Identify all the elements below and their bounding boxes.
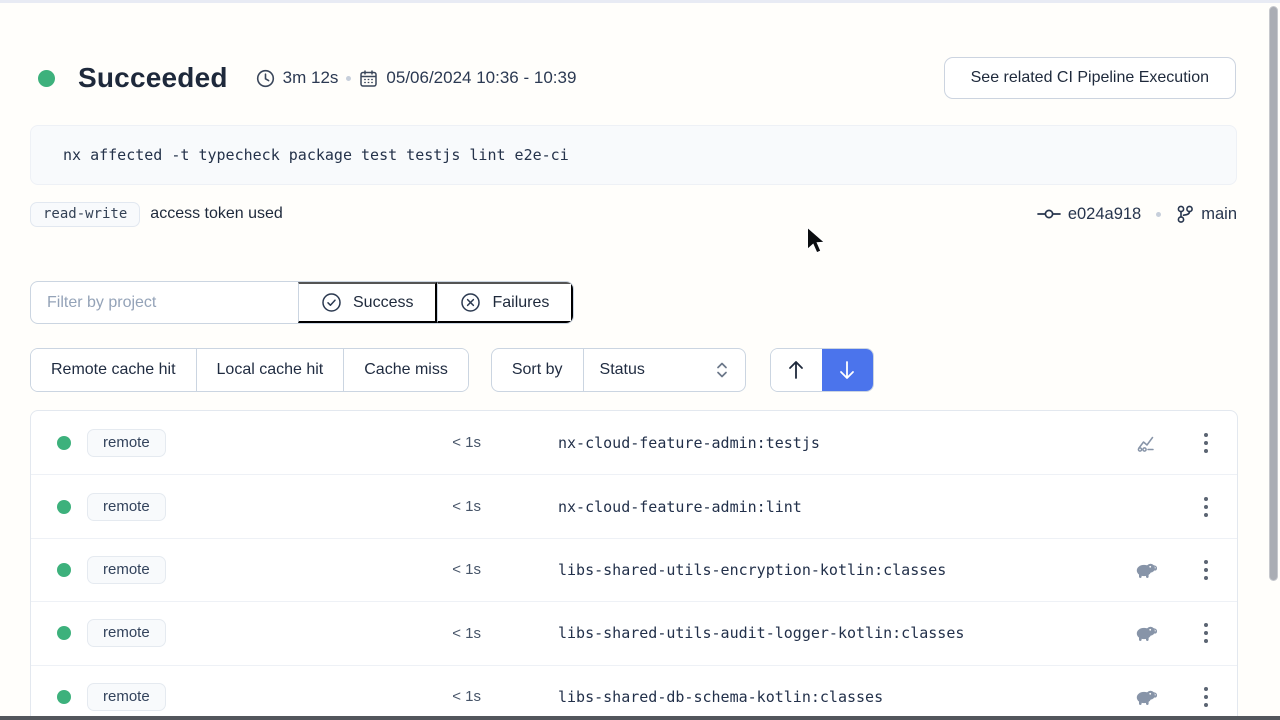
task-duration: < 1s — [421, 688, 481, 705]
task-status-dot — [57, 563, 71, 577]
sort-descending-button[interactable] — [822, 349, 873, 391]
window-bottom-edge — [0, 716, 1280, 720]
failures-filter-label: Failures — [492, 294, 549, 312]
cache-source-badge: remote — [87, 493, 166, 521]
gradle-icon — [1134, 561, 1159, 579]
token-scope-badge: read-write — [30, 202, 140, 227]
task-name: libs-shared-utils-encryption-kotlin:clas… — [558, 561, 1119, 579]
project-filter-segment — [31, 282, 298, 323]
row-menu-button[interactable] — [1198, 427, 1214, 459]
task-row[interactable]: remote < 1s libs-shared-utils-audit-logg… — [31, 601, 1237, 664]
chevron-updown-icon — [715, 361, 729, 379]
status-title: Succeeded — [78, 62, 228, 94]
task-name: libs-shared-utils-audit-logger-kotlin:cl… — [558, 624, 1119, 642]
sort-field-select[interactable]: Status — [583, 349, 745, 391]
success-filter-label: Success — [353, 294, 413, 312]
scrollbar-thumb[interactable] — [1269, 6, 1278, 581]
task-status-dot — [57, 626, 71, 640]
vcs-info: e024a918 main — [1037, 205, 1237, 224]
branch-icon — [1176, 205, 1194, 224]
local-cache-hit-button[interactable]: Local cache hit — [196, 349, 344, 391]
row-menu-button[interactable] — [1198, 491, 1214, 523]
task-duration: < 1s — [421, 434, 481, 451]
commit-icon — [1037, 206, 1061, 222]
cache-source-badge: remote — [87, 683, 166, 711]
command-box: nx affected -t typecheck package test te… — [30, 125, 1237, 185]
token-row: read-write access token used e024a918 ma… — [30, 199, 1237, 229]
branch-name[interactable]: main — [1201, 205, 1237, 224]
mouse-cursor — [806, 226, 827, 255]
dot-separator — [1156, 212, 1161, 217]
arrow-down-icon — [838, 359, 856, 381]
duration-meta: 3m 12s — [256, 68, 339, 88]
task-name: nx-cloud-feature-admin:testjs — [558, 434, 1119, 452]
commit-hash[interactable]: e024a918 — [1068, 205, 1141, 224]
remote-cache-hit-button[interactable]: Remote cache hit — [31, 349, 196, 391]
row-menu-button[interactable] — [1198, 681, 1214, 713]
filter-bar: Success Failures — [30, 281, 574, 324]
task-list: remote < 1s nx-cloud-feature-admin:testj… — [30, 410, 1238, 720]
row-menu-button[interactable] — [1198, 617, 1214, 649]
cache-source-badge: remote — [87, 429, 166, 457]
row-menu-button[interactable] — [1198, 554, 1214, 586]
arrow-up-icon — [787, 359, 805, 381]
cache-miss-button[interactable]: Cache miss — [343, 349, 468, 391]
task-duration: < 1s — [421, 561, 481, 578]
failures-filter-button[interactable]: Failures — [437, 282, 573, 323]
duration-text: 3m 12s — [283, 68, 339, 88]
date-range-text: 05/06/2024 10:36 - 10:39 — [386, 68, 576, 88]
status-dot — [38, 70, 55, 87]
project-filter-input[interactable] — [31, 294, 298, 312]
command-text: nx affected -t typecheck package test te… — [63, 146, 569, 164]
calendar-icon — [359, 69, 378, 88]
token-text: access token used — [150, 205, 283, 223]
task-row[interactable]: remote < 1s libs-shared-db-schema-kotlin… — [31, 665, 1237, 720]
date-meta: 05/06/2024 10:36 - 10:39 — [359, 68, 576, 88]
top-divider — [0, 0, 1280, 3]
controls-bar: Remote cache hit Local cache hit Cache m… — [30, 348, 874, 392]
circle-check-icon — [321, 292, 342, 313]
task-name: libs-shared-db-schema-kotlin:classes — [558, 688, 1119, 706]
related-pipeline-button[interactable]: See related CI Pipeline Execution — [944, 57, 1236, 99]
task-row[interactable]: remote < 1s nx-cloud-feature-admin:testj… — [31, 411, 1237, 474]
sort-field-value: Status — [600, 361, 645, 379]
gradle-icon — [1134, 688, 1159, 706]
task-row[interactable]: remote < 1s nx-cloud-feature-admin:lint — [31, 474, 1237, 537]
clock-icon — [256, 69, 275, 88]
cache-source-badge: remote — [87, 619, 166, 647]
sort-by-label: Sort by — [492, 349, 583, 391]
task-duration: < 1s — [421, 498, 481, 515]
task-status-dot — [57, 690, 71, 704]
task-status-dot — [57, 500, 71, 514]
task-name: nx-cloud-feature-admin:lint — [558, 498, 1119, 516]
task-status-dot — [57, 436, 71, 450]
dot-separator — [346, 76, 351, 81]
task-row[interactable]: remote < 1s libs-shared-utils-encryption… — [31, 538, 1237, 601]
success-filter-button[interactable]: Success — [298, 282, 437, 323]
task-duration: < 1s — [421, 625, 481, 642]
run-header: Succeeded 3m 12s 05/06/2024 10:36 - 10:3… — [38, 57, 1236, 99]
cache-source-badge: remote — [87, 556, 166, 584]
gradle-icon — [1134, 624, 1159, 642]
sort-ascending-button[interactable] — [771, 349, 822, 391]
sort-direction-toggle — [770, 348, 874, 392]
chart-icon — [1135, 432, 1159, 454]
circle-x-icon — [460, 292, 481, 313]
